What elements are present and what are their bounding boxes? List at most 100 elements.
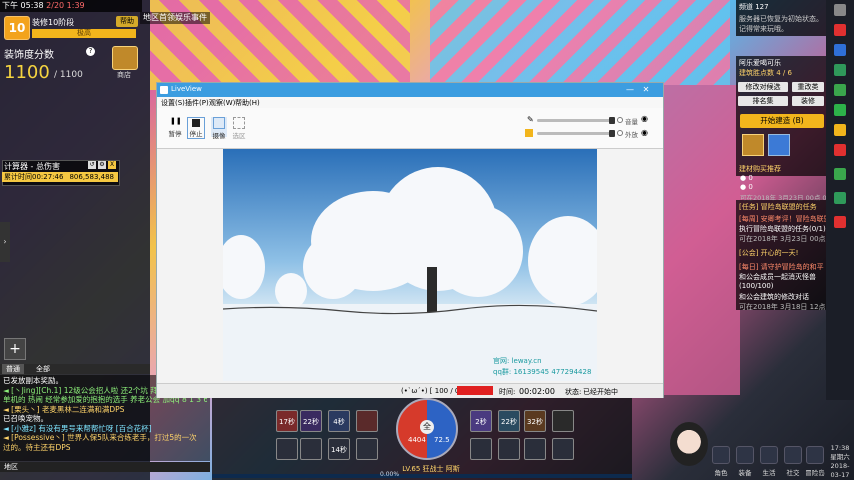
main-menu: 角色 装备 生活 社交 冒险岛 bbox=[710, 444, 826, 480]
life-icon[interactable] bbox=[760, 446, 778, 464]
info-icon[interactable]: ? bbox=[86, 47, 95, 56]
section-title: 阿乐爱喝可乐 bbox=[739, 59, 781, 67]
modify-button[interactable]: 修改对候选 bbox=[738, 82, 788, 92]
mic-radio[interactable] bbox=[617, 117, 623, 123]
menu-watch[interactable]: 观察(W) bbox=[209, 98, 235, 108]
skill-slot[interactable]: 14秒 bbox=[328, 438, 350, 460]
decorate-button[interactable]: 装修 bbox=[792, 96, 824, 106]
mic-volume-slider[interactable] bbox=[537, 117, 615, 124]
side-expand-handle[interactable]: › bbox=[0, 222, 10, 262]
minimize-icon[interactable] bbox=[834, 4, 846, 16]
stop-button[interactable]: 停止 bbox=[187, 117, 205, 139]
material-icon[interactable] bbox=[768, 134, 790, 156]
close-icon[interactable]: ✕ bbox=[641, 85, 651, 95]
chat-tabs: 普通 全部 bbox=[0, 364, 150, 374]
menu-help[interactable]: 帮助(H) bbox=[235, 98, 260, 108]
slider-knob[interactable] bbox=[609, 130, 615, 137]
app-icon[interactable] bbox=[834, 44, 846, 56]
skill-slot[interactable] bbox=[470, 438, 492, 460]
material-icon[interactable] bbox=[742, 134, 764, 156]
skill-slot[interactable]: 17秒 bbox=[276, 410, 298, 432]
speaker-radio[interactable] bbox=[617, 130, 623, 136]
maplestory-icon[interactable] bbox=[806, 446, 824, 464]
skill-slot[interactable]: 22秒 bbox=[300, 410, 322, 432]
region-label: 选区 bbox=[232, 132, 246, 140]
avatar[interactable] bbox=[670, 422, 708, 466]
task-header[interactable]: [任务] 冒险岛联盟的任务 bbox=[739, 202, 817, 212]
tab-all[interactable]: 全部 bbox=[32, 364, 54, 374]
chest-label: 商店 bbox=[117, 71, 131, 79]
skill-slot[interactable] bbox=[552, 410, 574, 432]
skill-slot[interactable] bbox=[552, 438, 574, 460]
skill-slot[interactable] bbox=[300, 438, 322, 460]
coin-value: 0 bbox=[748, 183, 753, 191]
skill-slot[interactable]: 22秒 bbox=[498, 410, 520, 432]
menu-label: 冒险岛 bbox=[805, 469, 825, 477]
title-bar[interactable]: LiveView — ✕ bbox=[157, 83, 663, 97]
skill-slot[interactable] bbox=[498, 438, 520, 460]
skill-slot[interactable]: 32秒 bbox=[524, 410, 546, 432]
status-bar: (•`ω´•) [ 100 / 0 ] 时间: 00:02:00 状态: 已经开… bbox=[157, 383, 663, 398]
settings-icon[interactable]: ⚙ bbox=[98, 161, 106, 169]
menu-label: 生活 bbox=[762, 469, 776, 477]
skill-slot[interactable] bbox=[276, 438, 298, 460]
eye-icon[interactable]: ◉ bbox=[641, 128, 648, 137]
app-icon[interactable] bbox=[834, 168, 846, 180]
app-icon[interactable] bbox=[834, 144, 846, 156]
skill-slot[interactable]: 4秒 bbox=[328, 410, 350, 432]
app-icon[interactable] bbox=[834, 64, 846, 76]
social-icon[interactable] bbox=[784, 446, 802, 464]
skill-slot[interactable]: 2秒 bbox=[470, 410, 492, 432]
app-icon[interactable] bbox=[834, 192, 846, 204]
calculator-row: 累计时间00:27:46 806,583,488 bbox=[2, 172, 118, 182]
minimize-icon[interactable]: — bbox=[625, 85, 635, 95]
skill-slot[interactable] bbox=[524, 438, 546, 460]
toolbar: ❚❚ 暂停 停止 摄像 选区 ✎ 音量 ◉ 外放 ◉ bbox=[157, 108, 663, 149]
camera-button[interactable]: 摄像 bbox=[211, 117, 227, 140]
app-icon[interactable] bbox=[834, 104, 846, 116]
close-icon[interactable]: X bbox=[108, 161, 116, 169]
task-item: 执行冒险岛联盟的任务(0/1) bbox=[739, 225, 826, 233]
menu-plugins[interactable]: 插件(P) bbox=[185, 98, 209, 108]
state-label: 状态: bbox=[565, 388, 582, 396]
wechat-icon[interactable] bbox=[834, 84, 846, 96]
reset-icon[interactable]: ↺ bbox=[88, 161, 96, 169]
chat-input[interactable]: 地区 bbox=[0, 462, 210, 472]
chat-line: ◄ [栗头丶] 老麦黑林二连满和满DPS bbox=[3, 404, 125, 414]
stop-icon bbox=[192, 119, 200, 127]
app-icon[interactable] bbox=[834, 124, 846, 136]
task-item[interactable]: [每周] 安卿考评！冒险岛联盟 bbox=[739, 214, 831, 224]
chest-icon[interactable] bbox=[112, 46, 138, 70]
skill-slot[interactable] bbox=[356, 410, 378, 432]
character-icon[interactable] bbox=[712, 446, 730, 464]
ranking-button[interactable]: 排名集 bbox=[738, 96, 788, 106]
menu-bar: 设置(S) 插件(P) 观察(W) 帮助(H) bbox=[157, 97, 663, 108]
timer-value: 00:02:00 bbox=[519, 387, 555, 396]
menu-settings[interactable]: 设置(S) bbox=[161, 98, 185, 108]
system-clock: 17:38 星期六 2018-03-17 bbox=[826, 444, 854, 480]
state-value: 已经开始中 bbox=[583, 388, 618, 396]
app-logo-icon bbox=[160, 86, 168, 94]
task-item[interactable]: [公会] 开心的一天! bbox=[739, 248, 799, 258]
game-tile-blue bbox=[430, 0, 730, 85]
social-button[interactable]: + bbox=[4, 338, 26, 360]
tab-normal[interactable]: 普通 bbox=[2, 364, 24, 374]
region-button[interactable]: 选区 bbox=[231, 117, 247, 140]
app-icon[interactable] bbox=[834, 216, 846, 228]
help-button[interactable]: 帮助 bbox=[116, 16, 138, 27]
equipment-icon[interactable] bbox=[736, 446, 754, 464]
task-item[interactable]: [每日] 请守护冒险岛的和平 bbox=[739, 262, 824, 272]
speaker-volume-slider[interactable] bbox=[537, 130, 615, 137]
start-build-button[interactable]: 开始建造 (B) bbox=[740, 114, 824, 128]
menu-label: 角色 bbox=[714, 469, 728, 477]
app-icon[interactable] bbox=[834, 24, 846, 36]
menu-label: 社交 bbox=[786, 469, 800, 477]
skill-slot[interactable] bbox=[356, 438, 378, 460]
notice-line: 服务器已恢复为初始状态。 bbox=[739, 15, 823, 23]
eye-icon[interactable]: ◉ bbox=[641, 114, 648, 123]
pause-button[interactable]: ❚❚ 暂停 bbox=[167, 117, 183, 138]
total-damage: 806,583,488 bbox=[69, 173, 114, 181]
rework-button[interactable]: 重改类 bbox=[792, 82, 824, 92]
chat-line: 过的。待主还有DPS bbox=[3, 442, 71, 452]
slider-knob[interactable] bbox=[609, 117, 615, 124]
